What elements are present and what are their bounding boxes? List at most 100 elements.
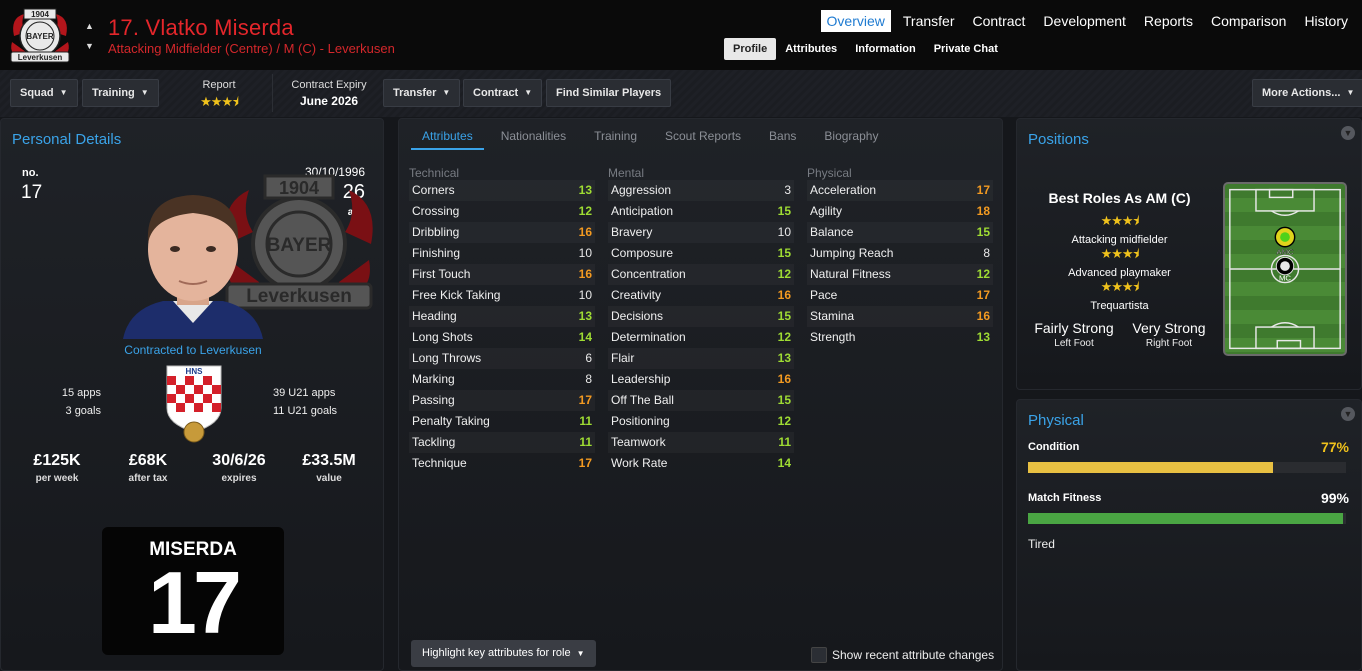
transfer-button[interactable]: Transfer ▼ bbox=[383, 79, 461, 107]
attribute-row[interactable]: Tackling 11 bbox=[409, 432, 595, 453]
attribute-value: 14 bbox=[578, 330, 592, 344]
attribute-value: 15 bbox=[777, 393, 791, 407]
tab-biography[interactable]: Biography bbox=[813, 128, 889, 150]
attribute-row[interactable]: Acceleration 17 bbox=[807, 180, 993, 201]
attribute-row[interactable]: Off The Ball 15 bbox=[608, 390, 794, 411]
tab-transfer[interactable]: Transfer bbox=[897, 10, 961, 32]
attribute-row[interactable]: Passing 17 bbox=[409, 390, 595, 411]
attribute-row[interactable]: Long Shots 14 bbox=[409, 327, 595, 348]
position-label-amc: AMC bbox=[1276, 247, 1294, 256]
tab-attributes[interactable]: Attributes bbox=[411, 128, 484, 150]
tab-history[interactable]: History bbox=[1298, 10, 1354, 32]
attribute-row[interactable]: Technique 17 bbox=[409, 453, 595, 474]
previous-player-icon[interactable]: ▲ bbox=[85, 16, 95, 36]
condition-value: 77% bbox=[1320, 439, 1349, 455]
checkbox[interactable] bbox=[811, 647, 827, 663]
attribute-row[interactable]: Natural Fitness 12 bbox=[807, 264, 993, 285]
attribute-row[interactable]: Flair 13 bbox=[608, 348, 794, 369]
subtab-profile[interactable]: Profile bbox=[724, 38, 777, 60]
attribute-row[interactable]: Balance 15 bbox=[807, 222, 993, 243]
player-name-title: 17. Vlatko Miserda bbox=[108, 15, 294, 40]
collapse-icon[interactable]: ▼ bbox=[1341, 126, 1355, 140]
attribute-row[interactable]: Composure 15 bbox=[608, 243, 794, 264]
attribute-row[interactable]: Pace 17 bbox=[807, 285, 993, 306]
attribute-row[interactable]: Anticipation 15 bbox=[608, 201, 794, 222]
report-info[interactable]: Report ★★★⯨ bbox=[180, 79, 258, 115]
attribute-row[interactable]: Teamwork 11 bbox=[608, 432, 794, 453]
attribute-value: 12 bbox=[777, 330, 791, 344]
attribute-row[interactable]: Leadership 16 bbox=[608, 369, 794, 390]
attribute-row[interactable]: Creativity 16 bbox=[608, 285, 794, 306]
attribute-value: 13 bbox=[578, 309, 592, 323]
attribute-row[interactable]: Decisions 15 bbox=[608, 306, 794, 327]
attribute-row[interactable]: Heading 13 bbox=[409, 306, 595, 327]
attribute-row[interactable]: Long Throws 6 bbox=[409, 348, 595, 369]
subtab-private-chat[interactable]: Private Chat bbox=[925, 38, 1007, 60]
show-recent-changes-toggle[interactable]: Show recent attribute changes bbox=[811, 647, 994, 663]
attribute-row[interactable]: Jumping Reach 8 bbox=[807, 243, 993, 264]
tab-training[interactable]: Training bbox=[583, 128, 648, 150]
tab-contract[interactable]: Contract bbox=[967, 10, 1032, 32]
tab-nationalities[interactable]: Nationalities bbox=[490, 128, 577, 150]
attribute-row[interactable]: Crossing 12 bbox=[409, 201, 595, 222]
attribute-row[interactable]: Corners 13 bbox=[409, 180, 595, 201]
attribute-value: 13 bbox=[578, 183, 592, 197]
attribute-value: 12 bbox=[976, 267, 990, 281]
contract-button[interactable]: Contract ▼ bbox=[463, 79, 543, 107]
squad-button[interactable]: Squad ▼ bbox=[10, 79, 78, 107]
tab-scout-reports[interactable]: Scout Reports bbox=[654, 128, 752, 150]
attribute-row[interactable]: Work Rate 14 bbox=[608, 453, 794, 474]
highlight-key-attributes-button[interactable]: Highlight key attributes for role ▼ bbox=[411, 640, 596, 667]
attribute-row[interactable]: Finishing 10 bbox=[409, 243, 595, 264]
attribute-name: Anticipation bbox=[611, 204, 674, 218]
role-advanced-playmaker: ★★★⯨ Advanced playmaker bbox=[1017, 245, 1222, 279]
attribute-row[interactable]: Agility 18 bbox=[807, 201, 993, 222]
collapse-icon[interactable]: ▼ bbox=[1341, 407, 1355, 421]
position-pitch: AMC MC bbox=[1223, 182, 1347, 356]
squad-number: 17 bbox=[21, 182, 43, 203]
physical-list: Acceleration 17 Agility 18 Balance 15 Jumping … bbox=[807, 180, 993, 348]
tab-development[interactable]: Development bbox=[1037, 10, 1132, 32]
attribute-row[interactable]: Positioning 12 bbox=[608, 411, 794, 432]
chevron-down-icon: ▼ bbox=[1346, 88, 1355, 98]
more-actions-button[interactable]: More Actions... ▼ bbox=[1252, 79, 1362, 107]
find-similar-players-button[interactable]: Find Similar Players bbox=[546, 79, 672, 107]
attribute-row[interactable]: Stamina 16 bbox=[807, 306, 993, 327]
subtab-information[interactable]: Information bbox=[846, 38, 925, 60]
contracted-to-link[interactable]: Contracted to Leverkusen bbox=[1, 343, 385, 357]
attribute-row[interactable]: Marking 8 bbox=[409, 369, 595, 390]
attribute-row[interactable]: Penalty Taking 11 bbox=[409, 411, 595, 432]
left-foot-value: Fairly Strong bbox=[1034, 320, 1114, 336]
attribute-row[interactable]: First Touch 16 bbox=[409, 264, 595, 285]
mental-list: Aggression 3 Anticipation 15 Bravery 10 Compos… bbox=[608, 180, 794, 474]
attribute-value: 15 bbox=[777, 204, 791, 218]
attribute-name: Heading bbox=[412, 309, 457, 323]
attribute-name: Natural Fitness bbox=[810, 267, 891, 281]
attribute-row[interactable]: Strength 13 bbox=[807, 327, 993, 348]
left-foot: Fairly Strong Left Foot bbox=[1024, 320, 1124, 349]
attribute-row[interactable]: Dribbling 16 bbox=[409, 222, 595, 243]
attribute-value: 17 bbox=[578, 456, 592, 470]
wage-value: £125K bbox=[33, 452, 81, 469]
attribute-row[interactable]: Aggression 3 bbox=[608, 180, 794, 201]
physical-heading: Physical bbox=[807, 166, 852, 180]
subtab-attributes[interactable]: Attributes bbox=[776, 38, 846, 60]
next-player-icon[interactable]: ▼ bbox=[85, 36, 95, 56]
left-foot-label: Left Foot bbox=[1054, 338, 1094, 349]
player-position-subtitle: Attacking Midfielder (Centre) / M (C) - … bbox=[108, 41, 395, 56]
attribute-value: 16 bbox=[578, 267, 592, 281]
attribute-row[interactable]: Determination 12 bbox=[608, 327, 794, 348]
tab-overview[interactable]: Overview bbox=[820, 10, 891, 32]
more-actions-label: More Actions... bbox=[1262, 87, 1341, 99]
shirt-number-card: MISERDA 17 bbox=[102, 527, 284, 655]
tab-bans[interactable]: Bans bbox=[758, 128, 807, 150]
attribute-row[interactable]: Concentration 12 bbox=[608, 264, 794, 285]
attribute-row[interactable]: Bravery 10 bbox=[608, 222, 794, 243]
match-fitness-bar-fill bbox=[1028, 513, 1343, 524]
value-amount: £33.5M bbox=[302, 452, 356, 469]
training-button[interactable]: Training ▼ bbox=[82, 79, 159, 107]
tab-reports[interactable]: Reports bbox=[1138, 10, 1199, 32]
expires-value: 30/6/26 bbox=[212, 452, 266, 469]
tab-comparison[interactable]: Comparison bbox=[1205, 10, 1292, 32]
attribute-row[interactable]: Free Kick Taking 10 bbox=[409, 285, 595, 306]
